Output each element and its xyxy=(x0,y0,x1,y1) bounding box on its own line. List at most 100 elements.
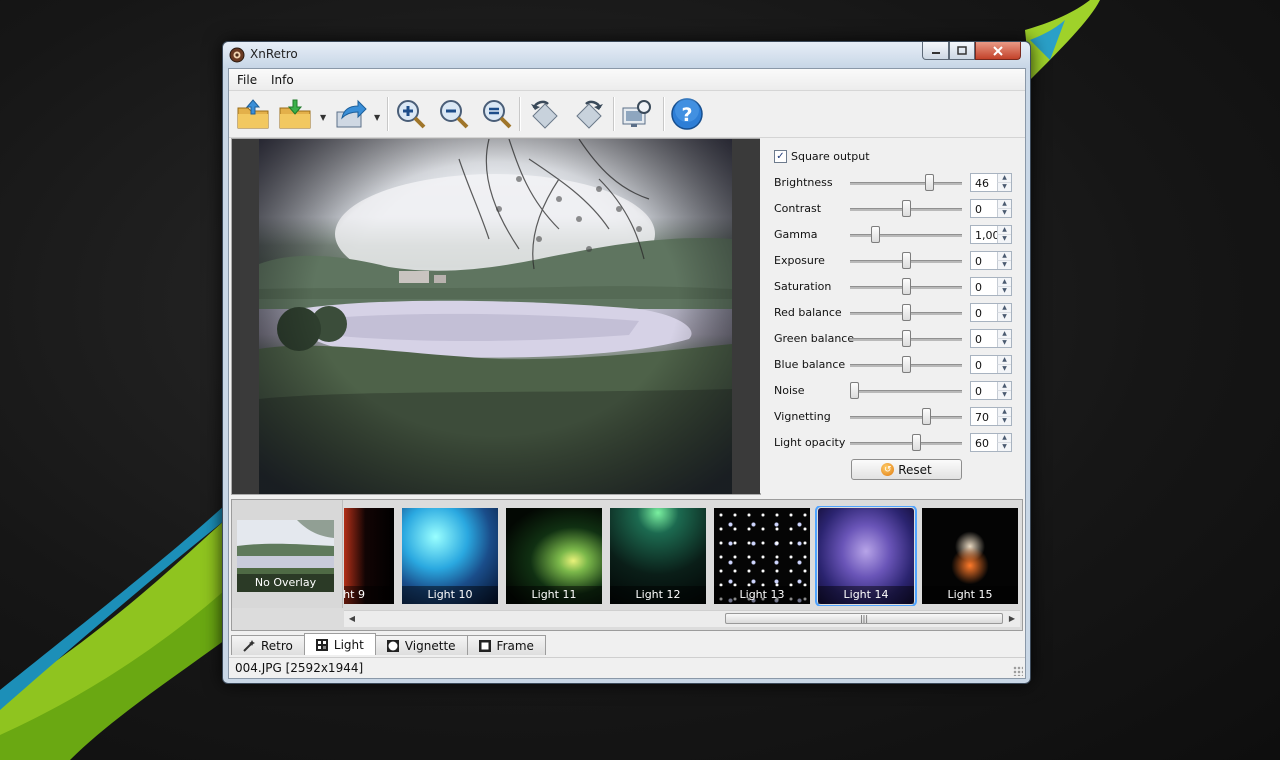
overlay-thumbnail-light-9[interactable]: Light 9 xyxy=(344,508,394,604)
saturation-spin-up-arrow[interactable]: ▲ xyxy=(997,278,1011,286)
red-balance-slider-thumb[interactable] xyxy=(902,304,911,321)
open-button[interactable] xyxy=(235,96,271,132)
vignetting-spin-up-arrow[interactable]: ▲ xyxy=(997,408,1011,416)
rotate-right-button[interactable] xyxy=(571,96,607,132)
title-bar[interactable]: XnRetro xyxy=(223,42,1030,68)
vignetting-slider-thumb[interactable] xyxy=(922,408,931,425)
overlay-thumbnail-light-11[interactable]: Light 11 xyxy=(506,508,602,604)
rotate-left-icon xyxy=(531,100,558,129)
red-balance-spinbox[interactable]: 0 ▲ ▼ xyxy=(970,303,1012,322)
menu-info[interactable]: Info xyxy=(271,73,294,87)
tab-frame[interactable]: Frame xyxy=(466,635,546,655)
tab-light[interactable]: Light xyxy=(303,633,376,655)
noise-spinbox[interactable]: 0 ▲ ▼ xyxy=(970,381,1012,400)
blue-balance-slider-thumb[interactable] xyxy=(902,356,911,373)
share-dropdown-arrow[interactable]: ▼ xyxy=(374,113,382,122)
saturation-slider-thumb[interactable] xyxy=(902,278,911,295)
light-opacity-spin-down-arrow[interactable]: ▼ xyxy=(997,442,1011,451)
maximize-button[interactable] xyxy=(949,42,975,60)
overlay-thumbnail-label: Light 13 xyxy=(714,586,810,604)
overlay-thumbnail-light-13[interactable]: Light 13 xyxy=(714,508,810,604)
contrast-value: 0 xyxy=(975,203,982,216)
exposure-spin-up-arrow[interactable]: ▲ xyxy=(997,252,1011,260)
scroll-left-arrow[interactable]: ◀ xyxy=(346,613,358,625)
share-button[interactable] xyxy=(333,96,369,132)
vignetting-spin-down-arrow[interactable]: ▼ xyxy=(997,416,1011,425)
light-opacity-spinbox[interactable]: 60 ▲ ▼ xyxy=(970,433,1012,452)
gamma-slider-track[interactable] xyxy=(850,234,962,237)
blue-balance-spinbox[interactable]: 0 ▲ ▼ xyxy=(970,355,1012,374)
contrast-spinbox[interactable]: 0 ▲ ▼ xyxy=(970,199,1012,218)
contrast-spin-up-arrow[interactable]: ▲ xyxy=(997,200,1011,208)
exposure-spinbox[interactable]: 0 ▲ ▼ xyxy=(970,251,1012,270)
zoom-fit-button[interactable] xyxy=(479,96,515,132)
tab-retro[interactable]: Retro xyxy=(231,635,305,655)
tab-label: Retro xyxy=(261,638,293,653)
light-opacity-slider-track[interactable] xyxy=(850,442,962,445)
help-button[interactable]: ? xyxy=(669,96,705,132)
brightness-slider-track[interactable] xyxy=(850,182,962,185)
wallpaper-button[interactable] xyxy=(619,96,655,132)
menu-file[interactable]: File xyxy=(237,73,257,87)
green-balance-spin-down-arrow[interactable]: ▼ xyxy=(997,338,1011,347)
green-balance-slider-thumb[interactable] xyxy=(902,330,911,347)
exposure-slider-thumb[interactable] xyxy=(902,252,911,269)
green-balance-spin-up-arrow[interactable]: ▲ xyxy=(997,330,1011,338)
slider-row-saturation: Saturation 0 ▲ ▼ xyxy=(774,276,1014,298)
overlay-thumbnail-light-14[interactable]: Light 14 xyxy=(815,506,917,606)
brightness-spin-up-arrow[interactable]: ▲ xyxy=(997,174,1011,182)
close-button[interactable] xyxy=(975,42,1021,60)
scroll-right-arrow[interactable]: ▶ xyxy=(1006,613,1018,625)
no-overlay-thumbnail[interactable]: No Overlay xyxy=(237,520,334,592)
light-opacity-slider-thumb[interactable] xyxy=(912,434,921,451)
slider-row-green-balance: Green balance 0 ▲ ▼ xyxy=(774,328,1014,350)
green-balance-spinbox[interactable]: 0 ▲ ▼ xyxy=(970,329,1012,348)
zoom-in-button[interactable] xyxy=(393,96,429,132)
reset-button[interactable]: ↺ Reset xyxy=(851,459,962,480)
toolbar: ▼ ▼ ? xyxy=(229,91,1025,138)
resize-grip[interactable] xyxy=(1013,666,1023,676)
image-preview-area[interactable] xyxy=(231,138,761,495)
noise-spin-up-arrow[interactable]: ▲ xyxy=(997,382,1011,390)
square-output-label: Square output xyxy=(791,150,870,163)
vignetting-spinbox[interactable]: 70 ▲ ▼ xyxy=(970,407,1012,426)
minimize-button[interactable] xyxy=(922,42,949,60)
brightness-slider-thumb[interactable] xyxy=(925,174,934,191)
contrast-spin-down-arrow[interactable]: ▼ xyxy=(997,208,1011,217)
exposure-spin-down-arrow[interactable]: ▼ xyxy=(997,260,1011,269)
gallery-scrollbar[interactable]: ◀ ||| ▶ xyxy=(344,610,1020,627)
noise-label: Noise xyxy=(774,384,805,397)
gamma-spin-down-arrow[interactable]: ▼ xyxy=(997,234,1011,243)
red-balance-spin-up-arrow[interactable]: ▲ xyxy=(997,304,1011,312)
vignetting-slider-track[interactable] xyxy=(850,416,962,419)
noise-spin-down-arrow[interactable]: ▼ xyxy=(997,390,1011,399)
red-balance-spin-down-arrow[interactable]: ▼ xyxy=(997,312,1011,321)
rotate-left-button[interactable] xyxy=(527,96,563,132)
light-opacity-spin-up-arrow[interactable]: ▲ xyxy=(997,434,1011,442)
save-button[interactable] xyxy=(277,96,313,132)
toolbar-separator xyxy=(613,97,615,131)
saturation-spin-down-arrow[interactable]: ▼ xyxy=(997,286,1011,295)
overlay-thumbnail-light-12[interactable]: Light 12 xyxy=(610,508,706,604)
noise-slider-track[interactable] xyxy=(850,390,962,393)
square-output-checkbox[interactable]: ✓ xyxy=(774,150,787,163)
adjustment-panel: ✓ Square output Brightness 46 ▲ ▼ Contrast 0 ▲… xyxy=(760,138,1023,493)
noise-slider-thumb[interactable] xyxy=(850,382,859,399)
scrollbar-thumb[interactable]: ||| xyxy=(725,613,1003,624)
saturation-spinbox[interactable]: 0 ▲ ▼ xyxy=(970,277,1012,296)
blue-balance-spin-down-arrow[interactable]: ▼ xyxy=(997,364,1011,373)
square-output-option[interactable]: ✓ Square output xyxy=(774,150,870,163)
gamma-spin-up-arrow[interactable]: ▲ xyxy=(997,226,1011,234)
overlay-thumbnail-light-15[interactable]: Light 15 xyxy=(922,508,1018,604)
gamma-slider-thumb[interactable] xyxy=(871,226,880,243)
save-dropdown-arrow[interactable]: ▼ xyxy=(320,113,328,122)
no-overlay-option[interactable]: No Overlay xyxy=(232,500,343,608)
gamma-spinbox[interactable]: 1,00 ▲ ▼ xyxy=(970,225,1012,244)
brightness-spinbox[interactable]: 46 ▲ ▼ xyxy=(970,173,1012,192)
zoom-out-button[interactable] xyxy=(436,96,472,132)
blue-balance-spin-up-arrow[interactable]: ▲ xyxy=(997,356,1011,364)
overlay-thumbnail-light-10[interactable]: Light 10 xyxy=(402,508,498,604)
contrast-slider-thumb[interactable] xyxy=(902,200,911,217)
brightness-spin-down-arrow[interactable]: ▼ xyxy=(997,182,1011,191)
tab-vignette[interactable]: Vignette xyxy=(374,635,468,655)
